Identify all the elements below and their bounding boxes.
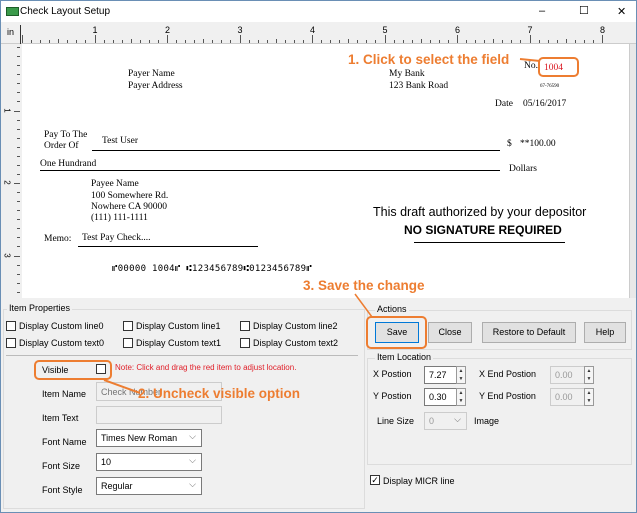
arrow-step1: [519, 58, 541, 62]
arrow-step2: [103, 379, 141, 394]
annotation-arrows: [103, 58, 541, 394]
arrow-step3: [354, 293, 373, 318]
